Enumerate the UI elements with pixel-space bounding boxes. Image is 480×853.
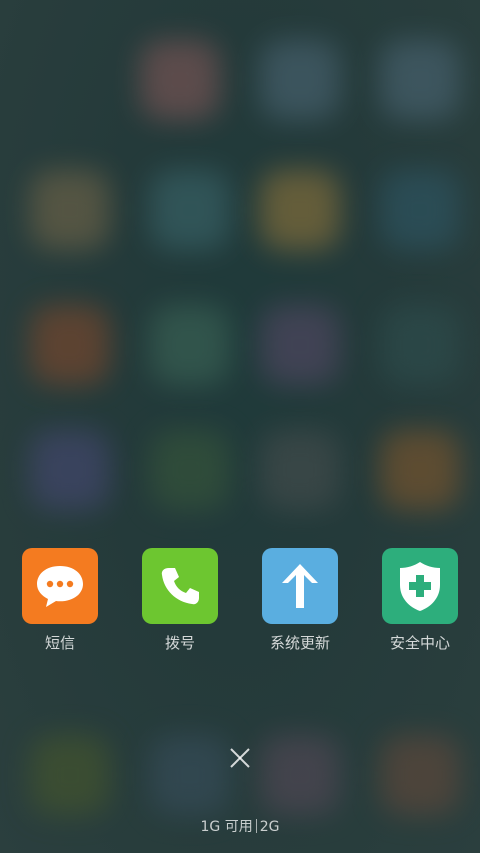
recent-apps-row: 短信 拨号 系统更新 安全中心: [0, 548, 480, 658]
app-label-messages: 短信: [44, 634, 75, 652]
memory-status: 1G 可用 2G: [0, 816, 480, 836]
close-icon: [230, 748, 250, 768]
arrow-up-icon[interactable]: [262, 548, 338, 624]
memory-total: 2G: [259, 819, 280, 835]
close-recents-button[interactable]: [224, 742, 256, 774]
shield-plus-icon[interactable]: [382, 548, 458, 624]
phone-icon[interactable]: [142, 548, 218, 624]
app-label-dialer: 拨号: [164, 634, 195, 652]
message-bubble-icon[interactable]: [22, 548, 98, 624]
app-label-system-update: 系统更新: [269, 634, 330, 652]
memory-separator: [255, 819, 257, 833]
memory-available: 1G 可用: [200, 819, 253, 835]
app-label-security-center: 安全中心: [389, 634, 450, 652]
